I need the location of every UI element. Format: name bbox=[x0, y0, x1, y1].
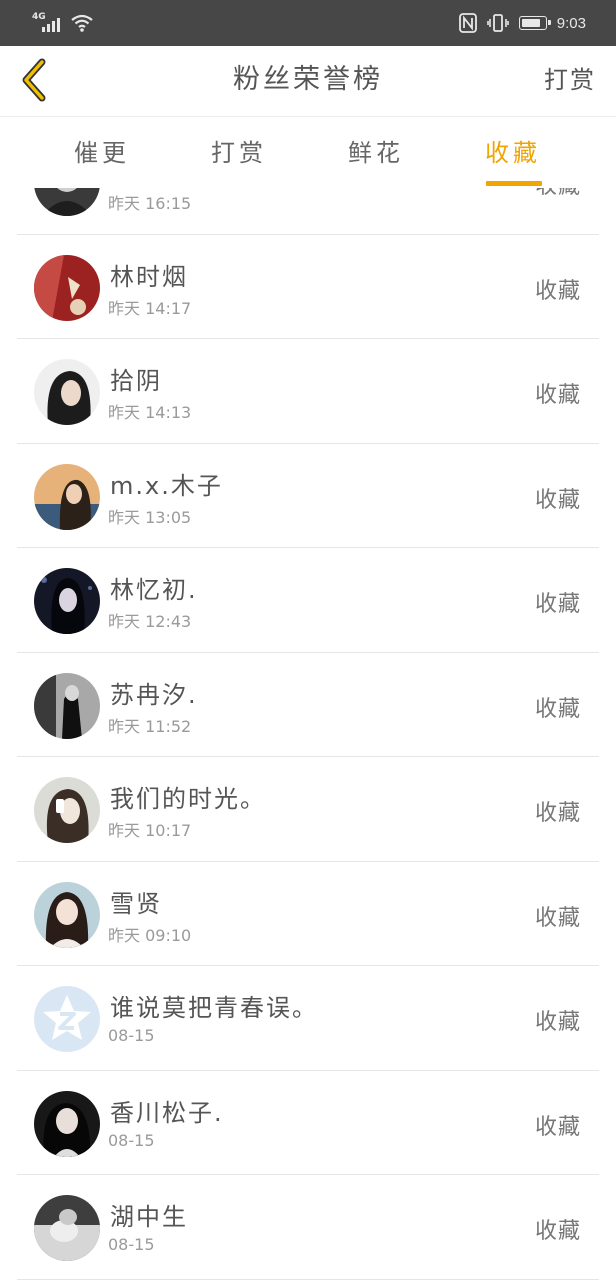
action-label: 收藏 bbox=[534, 1010, 581, 1035]
tab-flowers[interactable]: 鲜花 bbox=[316, 117, 436, 188]
action-label: 收藏 bbox=[534, 487, 581, 513]
active-tab-indicator bbox=[486, 181, 542, 186]
page-title: 粉丝荣誉榜 bbox=[233, 64, 383, 95]
list-item[interactable]: 湖中生 08-15 收藏 bbox=[0, 1175, 616, 1280]
user-name: 湖中生 bbox=[110, 1203, 188, 1231]
list-item[interactable]: 雪贤 昨天 09:10 收藏 bbox=[0, 862, 616, 967]
avatar[interactable] bbox=[34, 672, 100, 739]
action-label: 收藏 bbox=[534, 905, 581, 931]
timestamp: 昨天 10:17 bbox=[108, 821, 192, 840]
list-item[interactable]: 我们的时光。 昨天 10:17 收藏 bbox=[0, 757, 616, 862]
timestamp: 昨天 09:10 bbox=[108, 925, 192, 945]
timestamp: 昨天 16:15 bbox=[108, 194, 192, 213]
timestamp: 08-15 bbox=[108, 1130, 155, 1150]
timestamp: 昨天 14:13 bbox=[108, 403, 192, 422]
tab-label: 鲜花 bbox=[348, 139, 404, 167]
list-item[interactable]: 拾阴 昨天 14:13 收藏 bbox=[0, 339, 616, 444]
tab-reward[interactable]: 打赏 bbox=[179, 117, 299, 188]
default-avatar-star-icon bbox=[34, 986, 100, 1052]
tab-bar: 催更 打赏 鲜花 收藏 bbox=[0, 117, 616, 188]
action-label: 收藏 bbox=[534, 696, 581, 722]
action-label: 收藏 bbox=[534, 1219, 581, 1244]
cellular-signal-icon: 4G bbox=[32, 12, 62, 34]
avatar[interactable] bbox=[34, 777, 100, 843]
timestamp: 昨天 14:17 bbox=[108, 298, 192, 318]
user-name: 拾阴 bbox=[110, 367, 162, 395]
list-item[interactable]: 香川松子. 08-15 收藏 bbox=[0, 1071, 616, 1176]
user-name: 我们的时光。 bbox=[110, 785, 266, 813]
tab-favorites[interactable]: 收藏 bbox=[453, 117, 573, 188]
tab-label: 催更 bbox=[74, 139, 130, 167]
user-name: m.x.木子 bbox=[110, 471, 223, 500]
action-label: 收藏 bbox=[534, 278, 581, 304]
tab-label: 收藏 bbox=[485, 139, 541, 167]
reward-button[interactable]: 打赏 bbox=[544, 46, 596, 116]
avatar[interactable] bbox=[34, 254, 100, 321]
avatar[interactable] bbox=[34, 881, 100, 948]
network-type: 4G bbox=[32, 12, 46, 22]
timestamp: 08-15 bbox=[108, 1026, 155, 1045]
battery-icon bbox=[518, 16, 551, 30]
fan-list[interactable]: 昨天 16:15 收藏 林时烟 昨天 14:17 收藏 拾阴 昨天 14:13 … bbox=[0, 188, 616, 1280]
tab-label: 打赏 bbox=[211, 139, 267, 167]
battery-level bbox=[521, 19, 540, 27]
avatar[interactable] bbox=[34, 568, 100, 634]
tab-urge[interactable]: 催更 bbox=[42, 117, 162, 188]
timestamp: 08-15 bbox=[108, 1235, 155, 1254]
action-label: 收藏 bbox=[534, 1114, 581, 1140]
list-item[interactable]: 苏冉汐. 昨天 11:52 收藏 bbox=[0, 653, 616, 758]
list-item[interactable]: 林时烟 昨天 14:17 收藏 bbox=[0, 235, 616, 340]
wifi-icon bbox=[71, 14, 93, 32]
status-bar: 4G 9:03 bbox=[0, 0, 616, 46]
clock: 9:03 bbox=[556, 14, 586, 32]
timestamp: 昨天 11:52 bbox=[108, 716, 192, 736]
status-left: 4G bbox=[32, 11, 94, 35]
user-name: 林时烟 bbox=[110, 262, 188, 291]
user-name: 林忆初. bbox=[110, 576, 198, 604]
list-item[interactable]: m.x.木子 昨天 13:05 收藏 bbox=[0, 444, 616, 549]
action-label: 收藏 bbox=[534, 801, 581, 826]
action-label: 收藏 bbox=[535, 188, 581, 200]
avatar[interactable] bbox=[34, 986, 100, 1052]
status-right: 9:03 bbox=[458, 10, 586, 36]
list-item[interactable]: 林忆初. 昨天 12:43 收藏 bbox=[0, 548, 616, 653]
avatar[interactable] bbox=[34, 463, 100, 530]
nfc-icon bbox=[458, 13, 477, 33]
vibrate-icon bbox=[486, 14, 509, 32]
action-label: 收藏 bbox=[534, 383, 581, 408]
avatar[interactable] bbox=[34, 359, 100, 425]
user-name: 苏冉汐. bbox=[110, 680, 198, 709]
action-label: 收藏 bbox=[534, 592, 581, 617]
user-name: 香川松子. bbox=[110, 1098, 224, 1127]
fan-list-inner: 昨天 16:15 收藏 林时烟 昨天 14:17 收藏 拾阴 昨天 14:13 … bbox=[0, 188, 616, 1280]
timestamp: 昨天 12:43 bbox=[108, 612, 192, 631]
user-name: 谁说莫把青春误。 bbox=[110, 994, 318, 1022]
avatar[interactable] bbox=[34, 1090, 100, 1157]
list-item[interactable]: 谁说莫把青春误。 08-15 收藏 bbox=[0, 966, 616, 1071]
nav-bar: 粉丝荣誉榜 打赏 bbox=[0, 46, 616, 117]
avatar[interactable] bbox=[34, 188, 100, 216]
timestamp: 昨天 13:05 bbox=[108, 507, 192, 527]
avatar[interactable] bbox=[34, 1195, 100, 1261]
user-name: 雪贤 bbox=[110, 889, 162, 918]
list-item[interactable]: 昨天 16:15 收藏 bbox=[0, 188, 616, 235]
